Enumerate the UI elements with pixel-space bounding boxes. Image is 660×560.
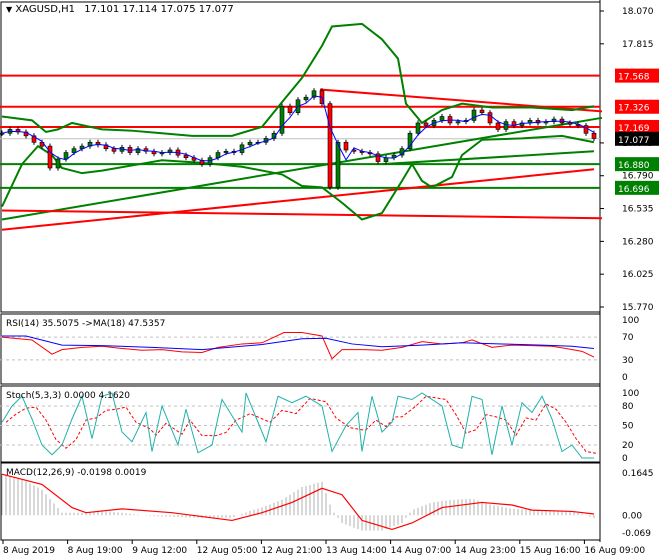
candle-body [327, 103, 333, 188]
candle-body [503, 121, 509, 130]
candle-body [423, 122, 429, 126]
candle-body [415, 122, 421, 134]
time-tick-label: 15 Aug 16:00 [520, 546, 581, 556]
trend-line [319, 88, 603, 113]
candle-body [495, 122, 501, 130]
bollinger-upper-band [1, 22, 595, 137]
price-tick-label: 16.790 [622, 172, 654, 182]
stoch-tick-label: 0 [622, 454, 628, 464]
price-tick-label: 15.770 [622, 303, 654, 313]
rsi-title: RSI(14) 35.5075 ->MA(18) 47.5357 [6, 319, 165, 329]
time-tick-label: 14 Aug 23:00 [455, 546, 516, 556]
macd-tick-label: -0.069 [622, 529, 651, 539]
candle-body [455, 121, 461, 124]
price-tick-label: 16.280 [622, 237, 654, 247]
candle-body [487, 112, 493, 124]
candle-body [279, 105, 285, 134]
level-price-label: 17.326 [618, 104, 650, 114]
macd-tick-label: 0.00 [622, 511, 642, 521]
level-price-label: 17.568 [618, 73, 650, 83]
candle-body [111, 148, 117, 152]
time-tick-label: 14 Aug 07:00 [391, 546, 452, 556]
time-tick-label: 8 Aug 19:00 [68, 546, 123, 556]
price-tick-label: 16.025 [622, 270, 654, 280]
stoch-tick-label: 80 [622, 402, 634, 412]
candle-body [343, 141, 349, 151]
candle-body [567, 122, 573, 125]
candle-body [47, 145, 53, 169]
candle-body [335, 141, 341, 188]
candle-body [479, 109, 485, 113]
stoch-tick-label: 100 [622, 389, 639, 399]
candle-body [223, 150, 229, 153]
current-price-label: 17.077 [618, 136, 650, 146]
candle-body [439, 116, 445, 121]
rsi-tick-label: 30 [622, 356, 634, 366]
candle-body [55, 158, 61, 169]
candle-body [383, 157, 389, 162]
price-tick-label: 18.070 [622, 7, 654, 17]
rsi-tick-label: 100 [622, 316, 639, 326]
stoch-tick-label: 20 [622, 441, 634, 451]
trend-line [1, 116, 603, 221]
time-tick-label: 13 Aug 14:00 [326, 546, 387, 556]
time-tick-label: 12 Aug 21:00 [261, 546, 322, 556]
candle-body [247, 141, 253, 146]
price-tick-label: 16.535 [622, 205, 654, 215]
macd-tick-label: 0.1645 [622, 469, 654, 479]
level-price-label: 16.880 [618, 161, 650, 171]
candle-body [303, 96, 309, 101]
macd-title: MACD(12,26,9) -0.0198 0.0019 [6, 468, 147, 478]
trend-line [1, 168, 595, 231]
trend-line [1, 209, 603, 220]
rsi-tick-label: 70 [622, 333, 634, 343]
time-tick-label: 9 Aug 12:00 [132, 546, 187, 556]
stoch-title: Stoch(5,3,3) 0.0000 4.1620 [6, 391, 130, 401]
time-tick-label: 12 Aug 05:00 [197, 546, 258, 556]
candle-body [183, 154, 189, 159]
rsi-series-ma18 [2, 335, 595, 351]
rsi-tick-label: 0 [622, 373, 628, 383]
candle-body [471, 109, 477, 121]
candle-body [287, 105, 293, 113]
level-price-label: 16.696 [618, 185, 650, 195]
candle-body [63, 152, 69, 160]
time-tick-label: 16 Aug 09:00 [584, 546, 645, 556]
chart-canvas[interactable]: 18.07017.81517.04516.79016.53516.28016.0… [0, 0, 660, 560]
stoch-tick-label: 50 [622, 422, 634, 432]
candle-body [71, 148, 77, 153]
trading-chart-window: ▼ XAGUSD,H1 17.101 17.114 17.075 17.077 … [0, 0, 660, 560]
price-tick-label: 17.815 [622, 40, 654, 50]
candle-body [591, 132, 597, 139]
time-tick-label: 8 Aug 2019 [3, 546, 55, 556]
trend-line [381, 150, 595, 166]
